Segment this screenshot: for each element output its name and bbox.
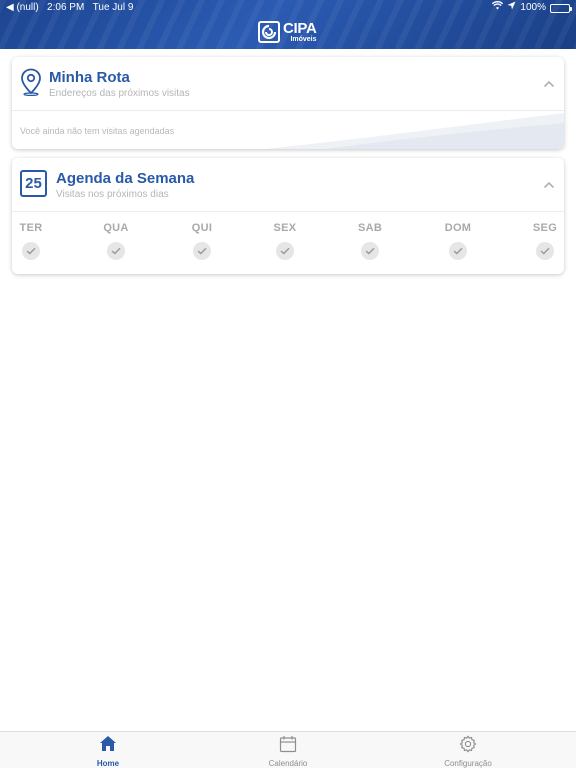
- check-icon: [449, 242, 467, 260]
- day-label: QUA: [103, 222, 129, 234]
- status-time: 2:06 PM: [47, 2, 85, 13]
- minha-rota-subtitle: Endereços das próximos visitas: [49, 88, 190, 99]
- tab-label: Calendário: [268, 759, 308, 768]
- location-arrow-icon: [507, 0, 516, 16]
- tab-calendario[interactable]: Calendário: [238, 735, 338, 768]
- day-label: SEX: [273, 222, 297, 234]
- bottom-tab-bar: Home Calendário Configuração: [0, 731, 576, 768]
- tab-configuracao[interactable]: Configuração: [418, 735, 518, 768]
- no-visits-message: Você ainda não tem visitas agendadas: [20, 126, 175, 136]
- day-column[interactable]: QUA: [96, 222, 136, 260]
- day-label: DOM: [444, 222, 472, 234]
- week-days-row: TER QUA QUI SEX SAB DOM SEG: [12, 222, 564, 266]
- chevron-up-icon[interactable]: [542, 178, 556, 192]
- brand-name: CIPA: [283, 20, 317, 37]
- cipa-logo-icon: [258, 21, 280, 43]
- check-icon: [193, 242, 211, 260]
- brand-logo: CIPA Imóveis: [258, 20, 317, 44]
- agenda-semana-card: 25 Agenda da Semana Visitas nos próximos…: [12, 158, 564, 274]
- tab-label: Configuração: [444, 759, 492, 768]
- calendar-day-number: 25: [25, 175, 42, 192]
- battery-percent: 100%: [520, 2, 546, 13]
- agenda-title: Agenda da Semana: [56, 170, 195, 187]
- check-icon: [22, 242, 40, 260]
- calendar-icon: [279, 735, 297, 758]
- check-icon: [276, 242, 294, 260]
- day-column[interactable]: SEX: [265, 222, 305, 260]
- day-label: TER: [19, 222, 43, 234]
- check-icon: [536, 242, 554, 260]
- agenda-header[interactable]: 25 Agenda da Semana Visitas nos próximos…: [12, 158, 564, 212]
- home-icon: [99, 735, 117, 757]
- status-bar: ◀ (null) 2:06 PM Tue Jul 9 100%: [0, 0, 576, 16]
- tab-home[interactable]: Home: [58, 736, 158, 768]
- back-to-app[interactable]: ◀ (null): [6, 0, 39, 16]
- app-header: ◀ (null) 2:06 PM Tue Jul 9 100% CIPA Imó…: [0, 0, 576, 49]
- status-date: Tue Jul 9: [92, 2, 134, 13]
- day-label: SEG: [532, 222, 558, 234]
- calendar-day-icon: 25: [20, 170, 47, 197]
- wifi-icon: [492, 0, 504, 16]
- day-column[interactable]: SAB: [350, 222, 390, 260]
- gear-icon: [459, 735, 477, 758]
- check-icon: [361, 242, 379, 260]
- minha-rota-card: Minha Rota Endereços das próximos visita…: [12, 57, 564, 149]
- day-column[interactable]: TER: [12, 222, 51, 260]
- chevron-up-icon[interactable]: [542, 77, 556, 91]
- day-label: SAB: [357, 222, 383, 234]
- battery-icon: [550, 3, 572, 13]
- day-column[interactable]: SEG: [525, 222, 564, 260]
- check-icon: [107, 242, 125, 260]
- brand-subtitle: Imóveis: [290, 36, 317, 43]
- minha-rota-title: Minha Rota: [49, 69, 130, 86]
- agenda-subtitle: Visitas nos próximos dias: [56, 189, 169, 200]
- day-column[interactable]: DOM: [438, 222, 478, 260]
- minha-rota-header[interactable]: Minha Rota Endereços das próximos visita…: [12, 57, 564, 111]
- day-column[interactable]: QUI: [182, 222, 222, 260]
- tab-label: Home: [96, 759, 120, 768]
- decorative-wave: [264, 113, 564, 149]
- day-label: QUI: [191, 222, 213, 234]
- map-pin-icon: [20, 68, 42, 101]
